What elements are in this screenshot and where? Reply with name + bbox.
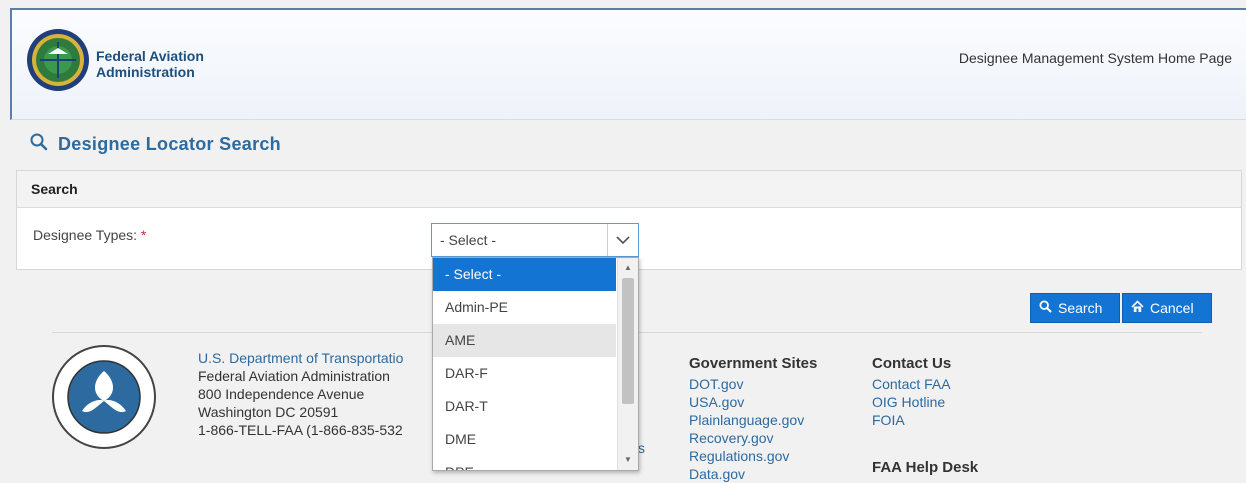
footer-agency: Federal Aviation Administration [198, 368, 390, 384]
cancel-button-label: Cancel [1150, 300, 1194, 316]
chevron-down-icon[interactable] [607, 224, 638, 256]
government-sites-heading: Government Sites [689, 355, 818, 372]
footer-phone: 1-866-TELL-FAA (1-866-835-532 [198, 422, 403, 438]
footer-street: 800 Independence Avenue [198, 386, 365, 402]
brand-name[interactable]: Federal Aviation Administration [96, 48, 204, 80]
search-button[interactable]: Search [1030, 293, 1120, 323]
designee-types-dropdown[interactable]: - Select - Admin-PE AME DAR-F DAR-T DME … [432, 257, 639, 471]
brand-line2: Administration [96, 64, 195, 80]
contact-link-faa[interactable]: Contact FAA [872, 375, 951, 393]
contact-link-foia[interactable]: FOIA [872, 411, 951, 429]
dot-seal-icon [52, 345, 156, 449]
gov-link-regulations[interactable]: Regulations.gov [689, 447, 817, 465]
search-panel: Search Designee Types: * - Select - [16, 170, 1242, 270]
footer-address: U.S. Department of Transportatio Federal… [198, 349, 403, 439]
search-icon [1039, 300, 1052, 316]
brand-line1: Federal Aviation [96, 48, 204, 64]
footer-link-fragment[interactable]: s [638, 440, 645, 456]
required-marker: * [140, 227, 147, 243]
dropdown-option[interactable]: Admin-PE [433, 291, 616, 324]
gov-link-data[interactable]: Data.gov [689, 465, 817, 483]
gov-link-usa[interactable]: USA.gov [689, 393, 817, 411]
government-sites-column: Government Sites DOT.gov USA.gov Plainla… [689, 355, 817, 483]
faa-logo-icon[interactable] [26, 28, 90, 92]
contact-link-oig[interactable]: OIG Hotline [872, 393, 951, 411]
dms-home-link[interactable]: Designee Management System Home Page [959, 50, 1232, 66]
designee-types-select[interactable]: - Select - [431, 223, 639, 257]
scroll-down-icon[interactable]: ▼ [618, 452, 638, 468]
dropdown-option[interactable]: DAR-T [433, 390, 616, 423]
dot-link[interactable]: U.S. Department of Transportatio [198, 349, 403, 367]
page-title-text: Designee Locator Search [58, 134, 281, 154]
dropdown-option[interactable]: DPE [433, 456, 616, 470]
dropdown-option[interactable]: AME [433, 324, 616, 357]
dropdown-option[interactable]: DME [433, 423, 616, 456]
gov-link-plainlanguage[interactable]: Plainlanguage.gov [689, 411, 817, 429]
scroll-thumb[interactable] [622, 278, 634, 404]
gov-link-recovery[interactable]: Recovery.gov [689, 429, 817, 447]
home-icon [1131, 300, 1144, 316]
search-icon [30, 133, 48, 156]
dropdown-option[interactable]: - Select - [433, 258, 616, 291]
select-value: - Select - [440, 232, 497, 248]
dropdown-scrollbar[interactable]: ▲ ▼ [617, 258, 638, 470]
dropdown-option[interactable]: DAR-F [433, 357, 616, 390]
scroll-up-icon[interactable]: ▲ [618, 260, 638, 276]
site-header: Federal Aviation Administration Designee… [10, 8, 1246, 120]
search-button-label: Search [1058, 300, 1103, 316]
designee-types-label: Designee Types: * [33, 227, 146, 243]
faa-help-desk-heading: FAA Help Desk [872, 459, 979, 476]
gov-link-dot[interactable]: DOT.gov [689, 375, 817, 393]
cancel-button[interactable]: Cancel [1122, 293, 1212, 323]
panel-title: Search [17, 171, 1241, 208]
footer-city: Washington DC 20591 [198, 404, 339, 420]
page-title: Designee Locator Search [30, 133, 281, 156]
designee-types-label-text: Designee Types: [33, 227, 138, 243]
contact-us-column: Contact Us Contact FAA OIG Hotline FOIA [872, 355, 951, 429]
contact-us-heading: Contact Us [872, 355, 952, 372]
